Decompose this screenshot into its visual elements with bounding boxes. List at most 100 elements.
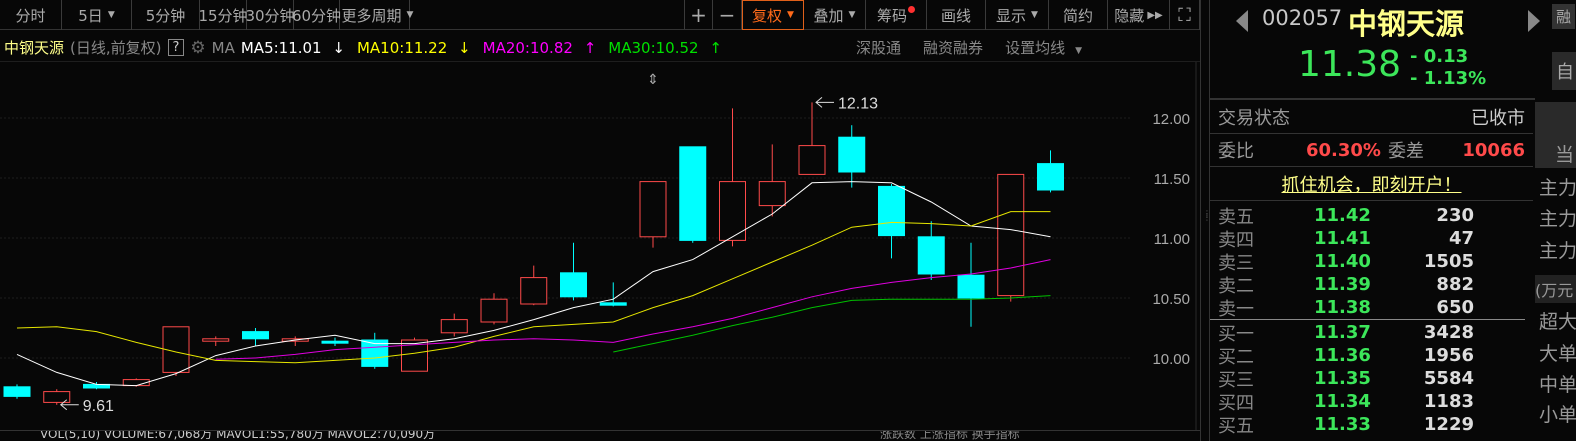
quote-header: 002057 中钢天源 11.38 - 0.13 - 1.13% xyxy=(1210,0,1540,100)
candle-down xyxy=(917,236,945,275)
ma-line-ma20 xyxy=(215,259,1051,360)
rong-button[interactable]: 融 xyxy=(1552,4,1576,29)
candle-down xyxy=(560,272,587,298)
diejia-button[interactable]: 叠加 ▼ xyxy=(804,0,866,30)
level-volume: 230 xyxy=(1436,205,1474,226)
level-volume: 3428 xyxy=(1423,322,1474,343)
double-arrow-right-icon: ▶▶ xyxy=(1147,9,1163,21)
candle-down xyxy=(679,146,707,241)
jianyue-button[interactable]: 简约 xyxy=(1049,0,1108,30)
set-ma-link[interactable]: 设置均线 ▼ xyxy=(1005,37,1088,58)
level-volume: 5584 xyxy=(1423,368,1474,389)
stock-code: 002057 xyxy=(1262,6,1343,30)
candle-up xyxy=(997,173,1025,297)
candle-down xyxy=(957,274,985,299)
y-tick-label: 12.00 xyxy=(1152,111,1190,128)
promo-row: 抓住机会，即刻开户！ xyxy=(1210,167,1533,201)
arrow-down-icon: ↓ xyxy=(332,38,345,57)
candle-up xyxy=(440,319,468,334)
stock-name: 中钢天源 xyxy=(1348,7,1465,41)
quote-panel: 002057 中钢天源 11.38 - 0.13 - 1.13% 交易状态 已收… xyxy=(1210,0,1540,441)
period-5day[interactable]: 5日 ▼ xyxy=(62,0,132,30)
ma5-value: MA5:11.01 ↓ xyxy=(241,39,351,57)
candle-up xyxy=(202,338,230,342)
candle-up xyxy=(798,145,826,175)
price-annotation: 12.13 xyxy=(838,95,878,112)
yincang-button[interactable]: 隐藏 ▶▶ xyxy=(1108,0,1170,30)
flow-main-1: 主力 xyxy=(1539,177,1576,199)
caret-down-icon: ▼ xyxy=(1075,46,1082,56)
period-30min[interactable]: 30分钟 xyxy=(245,0,295,30)
ma-legend-row: 中钢天源 (日线,前复权) ? ⚙ MA MA5:11.01 ↓ MA10:11… xyxy=(0,34,1200,62)
level-price: 11.36 xyxy=(1314,345,1371,366)
level-label: 卖一 xyxy=(1218,298,1254,320)
zoom-in-button[interactable]: + xyxy=(685,0,713,30)
level-price: 11.39 xyxy=(1314,274,1371,295)
volume-right-links[interactable]: 涨跌数 上涨指标 换手指标 xyxy=(880,431,1020,441)
candle-up xyxy=(639,181,667,238)
text: MA10:11.22 xyxy=(356,38,448,57)
label: 显示 xyxy=(996,6,1027,25)
annotation-arrow-icon xyxy=(815,97,834,108)
candle-up xyxy=(480,298,508,323)
fuquan-button[interactable]: 复权 ▼ xyxy=(742,0,804,30)
period-5min[interactable]: 5分钟 xyxy=(132,0,200,30)
fullscreen-icon[interactable]: ⛶ xyxy=(1170,0,1200,30)
gear-icon[interactable]: ⚙ xyxy=(190,38,205,58)
price-change: - 0.13 xyxy=(1410,46,1469,67)
zixuan-button[interactable]: 自 xyxy=(1552,52,1576,90)
toolbar: 分时 5日 ▼ 5分钟 15分钟 30分钟 60分钟 更多周期 ▼ + − 复权 ▼ … xyxy=(0,0,1200,30)
level-volume: 1505 xyxy=(1423,251,1474,272)
caret-down-icon: ▼ xyxy=(787,10,794,20)
candle-down xyxy=(242,331,269,340)
caret-down-icon: ▼ xyxy=(1031,10,1038,20)
bid-row: 买二 11.36 1956 xyxy=(1210,344,1535,368)
period-fenshi[interactable]: 分时 xyxy=(0,0,62,30)
level-price: 11.35 xyxy=(1314,368,1371,389)
drag-resize-icon: ⇕ xyxy=(647,72,659,88)
ask-row: 卖三 11.40 1505 xyxy=(1210,250,1525,274)
margin-trading-link[interactable]: 融资融券 xyxy=(923,37,983,58)
candle-down xyxy=(838,136,866,173)
level-price: 11.40 xyxy=(1314,251,1371,272)
status-value: 已收市 xyxy=(1471,107,1525,129)
zoom-out-button[interactable]: − xyxy=(713,0,742,30)
text: MA30:10.52 xyxy=(608,38,699,57)
label: 更多周期 xyxy=(341,6,402,25)
panel-splitter[interactable]: ⋮ ⋮ xyxy=(1200,0,1211,441)
level-price: 11.38 xyxy=(1314,297,1371,318)
shengutong-link[interactable]: 深股通 xyxy=(856,37,901,58)
period-60min[interactable]: 60分钟 xyxy=(292,0,341,30)
level-price: 11.33 xyxy=(1314,414,1371,435)
candle-down xyxy=(3,386,31,397)
bid-row: 买一 11.37 3428 xyxy=(1210,321,1535,345)
label: 叠加 xyxy=(813,6,844,25)
level-price: 11.34 xyxy=(1314,391,1371,412)
open-account-link[interactable]: 抓住机会，即刻开户！ xyxy=(1282,171,1462,197)
huaxian-button[interactable]: 画线 xyxy=(927,0,986,30)
weicha-label: 委差 xyxy=(1388,141,1424,162)
help-button[interactable]: ? xyxy=(167,39,185,56)
xianshi-button[interactable]: 显示 ▼ xyxy=(986,0,1049,30)
bid-row: 买三 11.35 5584 xyxy=(1210,367,1535,391)
ma30-value: MA30:10.52 ↑ xyxy=(608,39,728,57)
text: MA20:10.82 xyxy=(482,38,573,57)
level-price: 11.42 xyxy=(1314,205,1371,226)
flow-small: 小单 xyxy=(1539,404,1576,426)
candle-down xyxy=(321,340,349,344)
level-label: 买五 xyxy=(1218,415,1254,437)
stock-name: 中钢天源 xyxy=(4,39,65,57)
level-volume: 1183 xyxy=(1423,391,1474,412)
arrow-up-icon: ↑ xyxy=(583,38,597,57)
prev-stock-icon[interactable] xyxy=(1236,10,1248,32)
period-15min[interactable]: 15分钟 xyxy=(198,0,248,30)
y-tick-label: 10.50 xyxy=(1152,291,1190,308)
period-more[interactable]: 更多周期 ▼ xyxy=(340,0,413,30)
dang-tab[interactable]: 当 xyxy=(1555,140,1574,167)
weicha-value: 10066 xyxy=(1462,139,1525,161)
candlestick-chart[interactable]: 12.00 11.50 11.00 10.50 10.00 ⇕ 12.13 9.61 xyxy=(0,62,1200,430)
volume-legend-row: VOL(5,10) VOLUME:67,068万 MAVOL1:55,780万 … xyxy=(0,430,1200,441)
chouma-button[interactable]: 筹码 xyxy=(866,0,927,30)
bid-row: 买五 11.33 1229 xyxy=(1210,413,1535,437)
weibi-row: 委比 60.30% 委差 10066 xyxy=(1210,134,1533,167)
